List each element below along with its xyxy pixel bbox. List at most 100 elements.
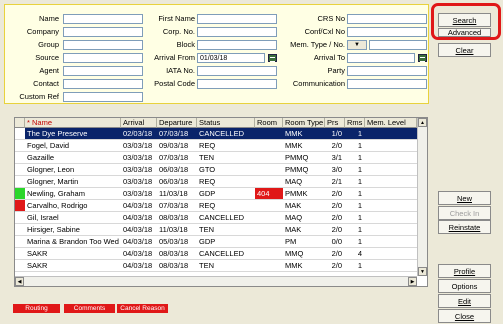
cell-prs: 1/0 — [325, 128, 345, 140]
reinstate-button[interactable]: Reinstate — [438, 220, 491, 234]
clear-button[interactable]: Clear — [438, 43, 491, 57]
cell-room-type: PMMQ — [283, 152, 325, 164]
column-header-mem-level[interactable]: Mem. Level — [365, 118, 417, 128]
cell-prs: 2/0 — [325, 140, 345, 152]
cell-departure: 06/03/18 — [157, 176, 197, 188]
table-row[interactable]: Newling, Graham 03/03/18 11/03/18 GDP 404 PMM… — [15, 188, 427, 200]
column-header-room[interactable]: Room — [255, 118, 283, 128]
arrival-from-field[interactable]: 01/03/18 — [197, 53, 265, 63]
row-marker — [15, 224, 25, 236]
row-marker — [15, 248, 25, 260]
cell-status: TEN — [197, 152, 255, 164]
horizontal-scrollbar[interactable]: ◀ ▶ — [15, 276, 417, 286]
contact-label: Contact — [33, 79, 59, 88]
company-label: Company — [26, 27, 59, 36]
table-row[interactable]: Glogner, Martin 03/03/18 06/03/18 REQ MAQ 2/1… — [15, 176, 427, 188]
mem-type-no-field[interactable] — [369, 40, 427, 50]
cell-arrival: 03/03/18 — [121, 176, 157, 188]
cell-room-type: MAQ — [283, 212, 325, 224]
cell-prs: 3/1 — [325, 152, 345, 164]
options-button[interactable]: Options — [438, 279, 491, 293]
table-row[interactable]: Gil, Israel 04/03/18 08/03/18 CANCELLED MAQ 2… — [15, 212, 427, 224]
close-button[interactable]: Close — [438, 309, 491, 323]
crs-no-label: CRS No — [317, 14, 345, 23]
profile-button[interactable]: Profile — [438, 264, 491, 278]
group-label: Group — [38, 40, 59, 49]
new-button[interactable]: New — [438, 191, 491, 205]
row-marker — [15, 140, 25, 152]
column-header-prs[interactable]: Prs — [325, 118, 345, 128]
calendar-icon[interactable] — [268, 54, 277, 62]
table-row[interactable]: SAKR 04/03/18 08/03/18 CANCELLED MMQ 2/0 4 — [15, 248, 427, 260]
cell-name: Carvalho, Rodrigo — [25, 200, 121, 212]
postal-code-field[interactable] — [197, 79, 277, 89]
column-header-arrival[interactable]: Arrival — [121, 118, 157, 128]
column-header-name[interactable]: * Name — [25, 118, 121, 128]
cell-prs: 2/0 — [325, 260, 345, 272]
cell-name: The Dye Preserve — [25, 128, 121, 140]
cell-prs: 2/0 — [325, 248, 345, 260]
cell-mem-level — [365, 200, 417, 212]
crs-no-field[interactable] — [347, 14, 427, 24]
iata-no-field[interactable] — [197, 66, 277, 76]
party-field[interactable] — [347, 66, 427, 76]
column-header-rms[interactable]: Rms — [345, 118, 365, 128]
cell-status: CANCELLED — [197, 128, 255, 140]
row-marker — [15, 152, 25, 164]
scroll-right-icon[interactable]: ▶ — [408, 277, 417, 286]
first-name-field[interactable] — [197, 14, 277, 24]
cell-room: 404 — [255, 188, 283, 200]
scroll-left-icon[interactable]: ◀ — [15, 277, 24, 286]
cell-mem-level — [365, 128, 417, 140]
check-in-button[interactable]: Check In — [438, 206, 491, 220]
search-button[interactable]: Search — [438, 13, 491, 27]
edit-button[interactable]: Edit — [438, 294, 491, 308]
table-row[interactable]: The Dye Preserve 02/03/18 07/03/18 CANCELLE… — [15, 128, 427, 140]
advanced-button[interactable]: Advanced — [438, 28, 491, 37]
scroll-down-icon[interactable]: ▼ — [418, 267, 427, 276]
cell-room — [255, 152, 283, 164]
cell-rms: 1 — [345, 164, 365, 176]
cell-room — [255, 260, 283, 272]
corp-no-label: Corp. No. — [162, 27, 195, 36]
calendar-icon[interactable] — [418, 54, 427, 62]
corp-no-field[interactable] — [197, 27, 277, 37]
table-row[interactable]: SAKR 04/03/18 08/03/18 TEN MMK 2/0 1 — [15, 260, 427, 272]
communication-field[interactable] — [347, 79, 427, 89]
table-row[interactable]: Fogel, David 03/03/18 09/03/18 REQ MMK 2/0 1 — [15, 140, 427, 152]
vertical-scrollbar[interactable]: ▲ ▼ — [417, 118, 427, 276]
table-row[interactable]: Gazaille 03/03/18 07/03/18 TEN PMMQ 3/1 1 — [15, 152, 427, 164]
arrival-to-field[interactable] — [347, 53, 415, 63]
block-field[interactable] — [197, 40, 277, 50]
conf-cxl-no-field[interactable] — [347, 27, 427, 37]
cell-arrival: 03/03/18 — [121, 152, 157, 164]
table-row[interactable]: Hirsiger, Sabine 04/03/18 11/03/18 TEN MAK 2/… — [15, 224, 427, 236]
group-field[interactable] — [63, 40, 143, 50]
column-header-room-type[interactable]: Room Type — [283, 118, 325, 128]
agent-field[interactable] — [63, 66, 143, 76]
cell-rms: 1 — [345, 236, 365, 248]
scroll-up-icon[interactable]: ▲ — [418, 118, 427, 127]
custom-ref-field[interactable] — [63, 92, 143, 102]
cell-room-type: MAK — [283, 224, 325, 236]
column-header-status[interactable]: Status — [197, 118, 255, 128]
column-header-departure[interactable]: Departure — [157, 118, 197, 128]
chevron-down-icon[interactable]: ▼ — [347, 40, 367, 50]
table-row[interactable]: Marina & Brandon Too Wed 04/03/18 05/03/18… — [15, 236, 427, 248]
cell-room-type: MAQ — [283, 176, 325, 188]
cell-room-type: PMMQ — [283, 164, 325, 176]
cancel-reason-tag: Cancel Reason — [117, 304, 168, 313]
source-field[interactable] — [63, 53, 143, 63]
cell-mem-level — [365, 248, 417, 260]
cell-room — [255, 200, 283, 212]
contact-field[interactable] — [63, 79, 143, 89]
table-row[interactable]: Glogner, Leon 03/03/18 06/03/18 GTO PMMQ 3/0 1 — [15, 164, 427, 176]
cell-rms: 1 — [345, 176, 365, 188]
row-marker — [15, 260, 25, 272]
cell-room-type: MAK — [283, 200, 325, 212]
row-marker — [15, 164, 25, 176]
cell-status: GTO — [197, 164, 255, 176]
company-field[interactable] — [63, 27, 143, 37]
table-row[interactable]: Carvalho, Rodrigo 04/03/18 07/03/18 REQ MAK 2… — [15, 200, 427, 212]
name-field[interactable] — [63, 14, 143, 24]
